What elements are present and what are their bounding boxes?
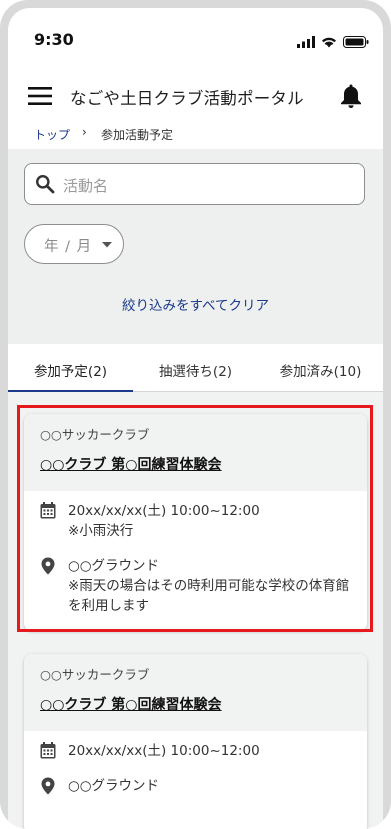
hamburger-menu-icon <box>28 87 52 105</box>
app-bar: なごや土日クラブ活動ポータル <box>8 70 383 122</box>
status-time: 9:30 <box>34 30 74 49</box>
phone-frame: 9:30 なごや土日クラブ活動ポータル トップ › 参加活動予定 活動名 年 /… <box>0 0 391 829</box>
highlight-frame <box>17 405 373 632</box>
breadcrumb: トップ › 参加活動予定 <box>8 122 383 148</box>
calendar-icon <box>40 741 60 763</box>
status-bar: 9:30 <box>8 8 383 70</box>
app-title: なごや土日クラブ活動ポータル <box>70 89 304 108</box>
tab-participated[interactable]: 参加済み(10) <box>258 346 383 391</box>
signal-icon <box>297 36 315 48</box>
breadcrumb-home-link[interactable]: トップ <box>34 126 70 143</box>
search-placeholder: 活動名 <box>63 177 109 195</box>
search-icon <box>36 175 55 194</box>
app-screen: 9:30 なごや土日クラブ活動ポータル トップ › 参加活動予定 活動名 年 /… <box>8 8 383 829</box>
tab-bar: 参加予定(2) 抽選待ち(2) 参加済み(10) <box>8 346 383 392</box>
wifi-icon <box>322 37 336 48</box>
notification-button[interactable] <box>337 82 365 110</box>
event-list: ○○サッカークラブ ○○クラブ 第○回練習体験会 20xx/xx/xx(土) 1… <box>8 392 383 829</box>
event-location-row: ○○グラウンド <box>40 776 352 799</box>
system-icons <box>297 36 369 48</box>
event-title-link[interactable]: ○○クラブ 第○回練習体験会 <box>40 694 222 714</box>
event-datetime: 20xx/xx/xx(土) 10:00~12:00 <box>68 743 260 759</box>
clear-filters-link[interactable]: 絞り込みをすべてクリア <box>8 294 383 314</box>
bell-icon <box>341 84 361 108</box>
menu-button[interactable] <box>26 82 54 110</box>
event-card-header: ○○サッカークラブ ○○クラブ 第○回練習体験会 <box>24 654 367 731</box>
event-card[interactable]: ○○サッカークラブ ○○クラブ 第○回練習体験会 20xx/xx/xx(土) 1… <box>24 654 367 829</box>
battery-icon <box>343 36 369 48</box>
breadcrumb-separator: › <box>82 125 87 139</box>
breadcrumb-current: 参加活動予定 <box>101 128 174 142</box>
location-pin-icon <box>40 776 60 799</box>
year-month-dropdown[interactable]: 年 / 月 <box>24 224 124 264</box>
caret-down-icon <box>102 242 112 248</box>
tab-scheduled[interactable]: 参加予定(2) <box>8 346 133 392</box>
tab-lottery-waiting[interactable]: 抽選待ち(2) <box>133 346 258 391</box>
event-club-name: ○○サッカークラブ <box>40 667 150 682</box>
event-datetime-row: 20xx/xx/xx(土) 10:00~12:00 <box>40 741 352 763</box>
year-month-label: 年 / 月 <box>44 239 93 255</box>
search-input[interactable]: 活動名 <box>24 163 365 205</box>
filter-panel: 活動名 年 / 月 絞り込みをすべてクリア <box>8 149 383 344</box>
event-location: ○○グラウンド <box>68 778 160 794</box>
